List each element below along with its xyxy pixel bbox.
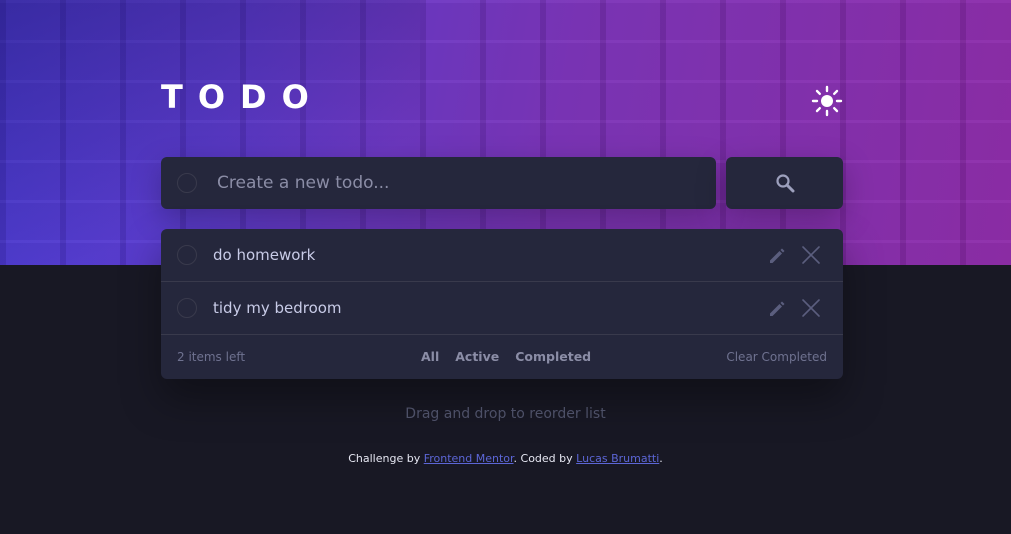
todo-text: tidy my bedroom [213, 299, 342, 317]
author-link[interactable]: Lucas Brumatti [576, 452, 659, 465]
sun-icon [811, 85, 843, 117]
filter-all[interactable]: All [421, 335, 439, 379]
edit-icon[interactable] [767, 298, 787, 318]
new-todo-bar [161, 157, 716, 209]
filter-completed[interactable]: Completed [515, 335, 591, 379]
todo-check-circle[interactable] [177, 298, 197, 318]
todo-check-circle[interactable] [177, 245, 197, 265]
todo-list: do homework tidy my bedroom 2 items left… [161, 229, 843, 379]
clear-completed-button[interactable]: Clear Completed [726, 335, 827, 379]
drag-drop-hint: Drag and drop to reorder list [405, 406, 606, 422]
app-title: TODO [161, 78, 324, 116]
items-left-count: 2 items left [177, 350, 246, 364]
list-footer: 2 items left All Active Completed Clear … [161, 335, 843, 379]
credits-suffix: . [659, 452, 663, 465]
new-todo-input[interactable] [217, 157, 697, 209]
credits: Challenge by Frontend Mentor. Coded by L… [0, 452, 1011, 465]
search-button[interactable] [726, 157, 843, 209]
credits-middle: . Coded by [513, 452, 577, 465]
new-todo-check-circle[interactable] [177, 173, 197, 193]
credits-prefix: Challenge by [348, 452, 424, 465]
todo-item[interactable]: tidy my bedroom [161, 282, 843, 335]
todo-text: do homework [213, 246, 316, 264]
filter-active[interactable]: Active [455, 335, 499, 379]
frontend-mentor-link[interactable]: Frontend Mentor [424, 452, 514, 465]
close-icon[interactable] [801, 245, 821, 265]
hero-banner [0, 0, 1011, 265]
theme-toggle-button[interactable] [810, 84, 844, 118]
edit-icon[interactable] [767, 245, 787, 265]
close-icon[interactable] [801, 298, 821, 318]
todo-item[interactable]: do homework [161, 229, 843, 282]
search-icon [775, 174, 794, 193]
filter-tabs: All Active Completed [421, 335, 591, 379]
hero-shade [0, 0, 420, 265]
